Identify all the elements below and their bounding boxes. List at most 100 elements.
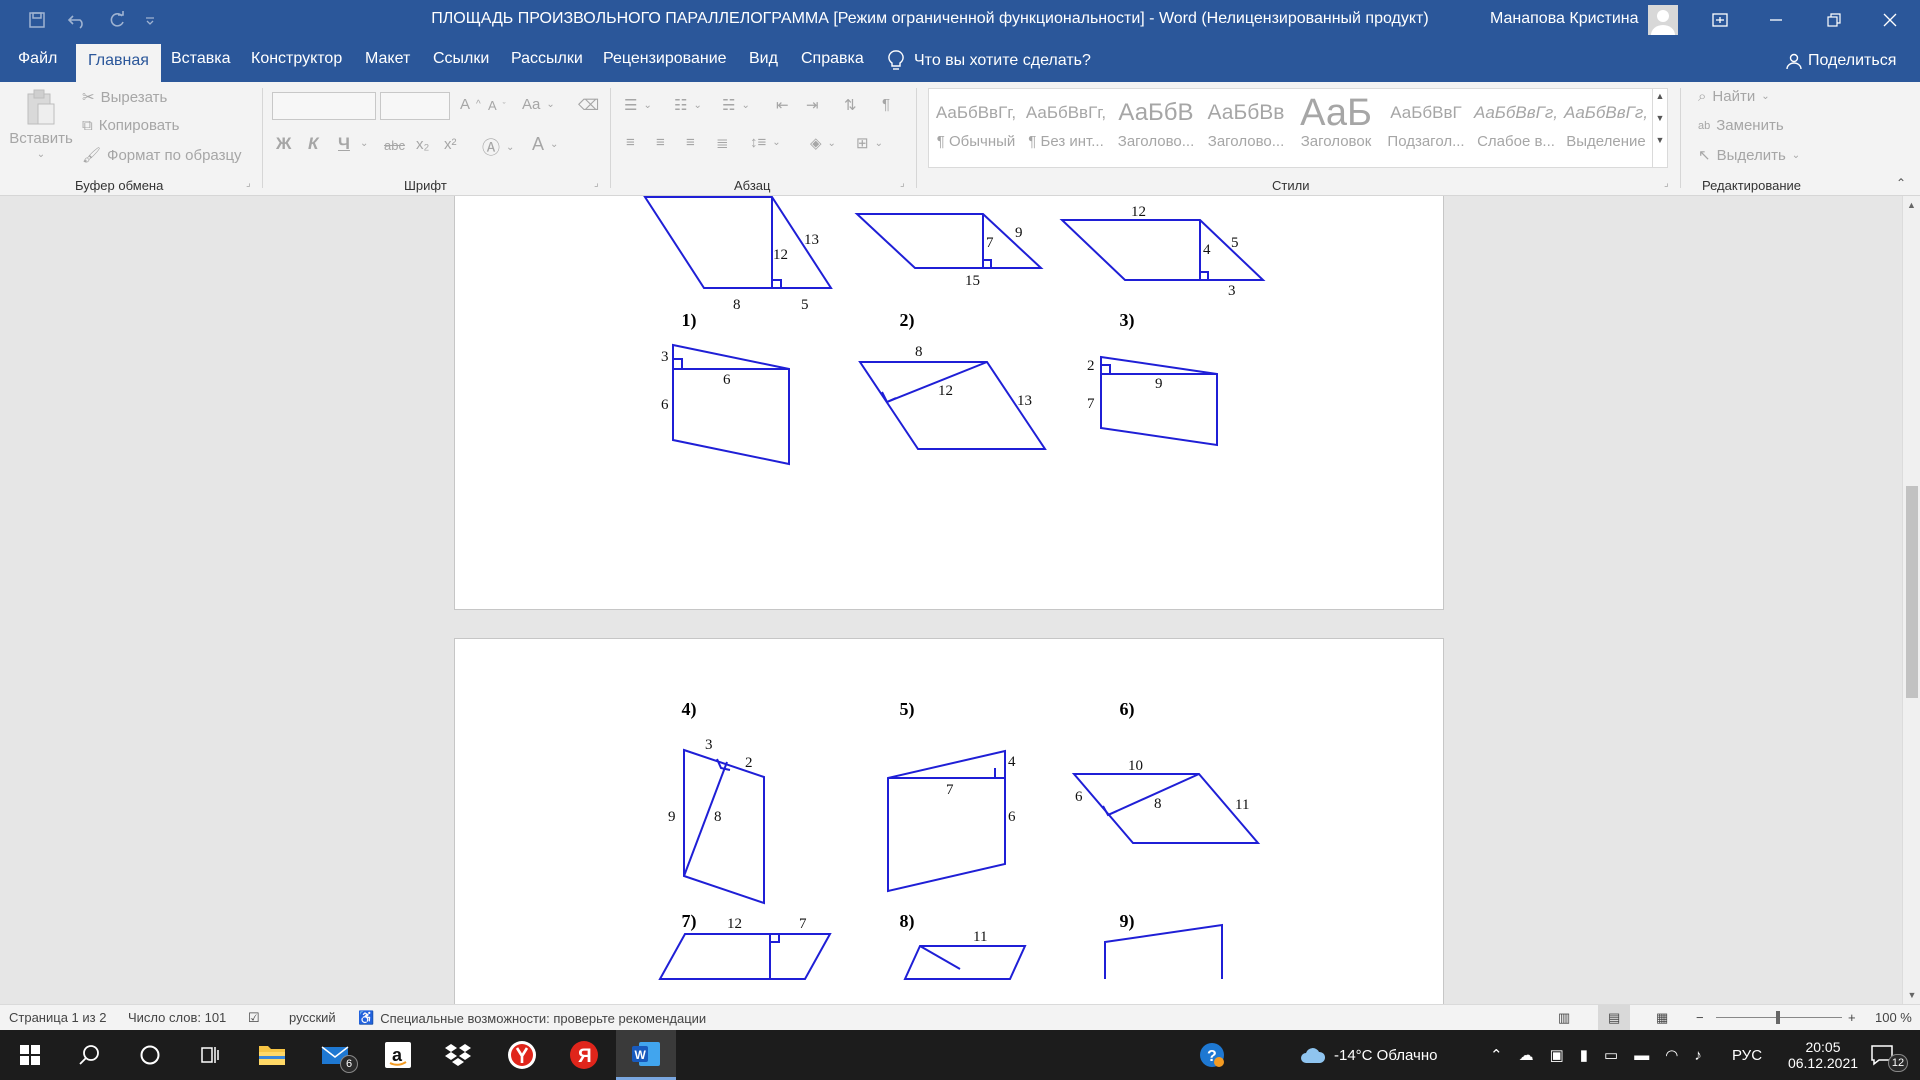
input-language[interactable]: РУС — [1732, 1030, 1762, 1080]
superscript-button[interactable]: x² — [444, 136, 457, 153]
increase-indent-button[interactable]: ⇥ — [806, 96, 819, 114]
style-subtle-emphasis[interactable]: АаБбВвГг, Слабое в... — [1473, 93, 1559, 163]
style-no-spacing[interactable]: АаБбВвГг, ¶ Без инт... — [1023, 93, 1109, 163]
web-layout-button[interactable]: ▦ — [1656, 1010, 1668, 1026]
wifi-icon[interactable]: ◠ — [1665, 1046, 1678, 1064]
onedrive-icon[interactable]: ☁ — [1519, 1046, 1534, 1064]
tab-mailings[interactable]: Рассылки — [511, 50, 583, 68]
vertical-scrollbar[interactable]: ▲ ▼ — [1902, 196, 1920, 1004]
language-status[interactable]: русский — [289, 1010, 336, 1025]
paragraph-dialog-launcher[interactable]: ⌟ — [900, 178, 905, 189]
show-marks-button[interactable]: ¶ — [882, 96, 890, 113]
select-button[interactable]: ↖ Выделить ⌄ — [1698, 146, 1800, 165]
restore-button[interactable] — [1806, 0, 1862, 40]
microphone-icon[interactable]: ▮ — [1580, 1046, 1588, 1064]
word-button[interactable]: W — [616, 1030, 676, 1080]
weather-widget[interactable]: -14°C Облачно — [1300, 1030, 1437, 1080]
tell-me-search[interactable]: Что вы хотите сделать? — [888, 50, 1091, 72]
task-view-button[interactable] — [180, 1030, 240, 1080]
page-2[interactable]: 4) 5) 6) 7) 8) 9) 3 2 9 8 4 7 6 10 6 8 1… — [454, 638, 1444, 1004]
file-explorer-button[interactable] — [242, 1030, 302, 1080]
display-icon[interactable]: ▭ — [1604, 1046, 1618, 1064]
style-subtitle[interactable]: АаБбВвГ Подзагол... — [1383, 93, 1469, 163]
read-mode-button[interactable]: ▥ — [1558, 1010, 1570, 1026]
sort-button[interactable]: ⇅ — [844, 96, 857, 114]
underline-dropdown[interactable]: ⌄ — [360, 138, 368, 149]
scroll-down-icon[interactable]: ▼ — [1903, 990, 1920, 1000]
minimize-button[interactable] — [1748, 0, 1804, 40]
underline-button[interactable]: Ч — [338, 134, 350, 154]
page-count[interactable]: Страница 1 из 2 — [9, 1010, 106, 1025]
style-heading1[interactable]: АаБбВ Заголово... — [1113, 93, 1199, 163]
style-title[interactable]: АаБ Заголовок — [1293, 93, 1379, 163]
format-painter-button[interactable]: 🖌 Формат по образцу — [82, 146, 242, 165]
search-button[interactable] — [60, 1030, 120, 1080]
tab-review[interactable]: Рецензирование — [603, 50, 727, 68]
avatar[interactable] — [1648, 5, 1678, 35]
amazon-button[interactable]: a — [368, 1030, 428, 1080]
font-size-select[interactable] — [380, 92, 450, 120]
clipboard-dialog-launcher[interactable]: ⌟ — [246, 178, 251, 189]
italic-button[interactable]: К — [308, 134, 318, 154]
tab-layout[interactable]: Макет — [365, 50, 410, 68]
shrink-font-button[interactable]: Aˇ — [488, 98, 506, 113]
cortana-button[interactable] — [120, 1030, 180, 1080]
proofing-icon[interactable]: ☑ — [248, 1010, 260, 1026]
clear-formatting-button[interactable]: ⌫ — [578, 96, 599, 114]
text-effects-button[interactable]: Ⓐ ⌄ — [482, 134, 514, 160]
font-name-select[interactable] — [272, 92, 376, 120]
font-dialog-launcher[interactable]: ⌟ — [594, 178, 599, 189]
clock[interactable]: 20:05 06.12.2021 — [1778, 1030, 1868, 1080]
tab-references[interactable]: Ссылки — [433, 50, 489, 68]
style-emphasis[interactable]: АаБбВвГг, Выделение — [1563, 93, 1649, 163]
style-normal[interactable]: АаБбВвГг, ¶ Обычный — [933, 93, 1019, 163]
multilevel-list-button[interactable]: ☵ ⌄ — [722, 96, 750, 114]
print-layout-button[interactable]: ▤ — [1598, 1005, 1631, 1030]
borders-button[interactable]: ⊞ ⌄ — [856, 134, 883, 152]
mail-button[interactable]: 6 — [306, 1030, 366, 1080]
user-name[interactable]: Манапова Кристина — [1490, 10, 1639, 28]
decrease-indent-button[interactable]: ⇤ — [776, 96, 789, 114]
notifications-button[interactable]: 12 — [1870, 1030, 1908, 1080]
replace-button[interactable]: ab Заменить — [1698, 117, 1784, 134]
ribbon-display-options-button[interactable] — [1692, 0, 1748, 40]
tab-file[interactable]: Файл — [18, 50, 57, 68]
start-button[interactable] — [0, 1030, 60, 1080]
share-button[interactable]: Поделиться — [1786, 52, 1896, 70]
page-1[interactable]: 12 13 8 5 7 9 15 12 4 5 3 3 6 6 8 12 13 … — [454, 196, 1444, 610]
justify-button[interactable]: ≣ — [716, 134, 729, 152]
tab-insert[interactable]: Вставка — [171, 50, 230, 68]
collapse-ribbon-button[interactable]: ⌃ — [1896, 176, 1906, 190]
zoom-in-button[interactable]: + — [1848, 1010, 1856, 1025]
align-left-button[interactable]: ≡ — [626, 134, 635, 151]
accessibility-status[interactable]: ♿ Специальные возможности: проверьте рек… — [358, 1010, 706, 1026]
bold-button[interactable]: Ж — [276, 134, 291, 154]
cut-button[interactable]: ✂ Вырезать — [82, 88, 167, 107]
grow-font-button[interactable]: A ^ — [460, 96, 481, 113]
bullets-button[interactable]: ☰ ⌄ — [624, 96, 652, 114]
scroll-up-icon[interactable]: ▲ — [1903, 200, 1920, 210]
battery-icon[interactable]: ▬ — [1634, 1047, 1649, 1064]
shading-button[interactable]: ◈ ⌄ — [810, 134, 836, 152]
tab-design[interactable]: Конструктор — [251, 50, 342, 68]
paste-button[interactable]: Вставить ⌄ — [9, 88, 73, 160]
copy-button[interactable]: ⧉ Копировать — [82, 117, 179, 134]
tab-help[interactable]: Справка — [801, 50, 864, 68]
yandex-button[interactable]: Я — [554, 1030, 614, 1080]
zoom-level[interactable]: 100 % — [1875, 1010, 1912, 1025]
scrollbar-thumb[interactable] — [1906, 486, 1918, 698]
close-button[interactable] — [1862, 0, 1918, 40]
style-heading2[interactable]: АаБбВв Заголово... — [1203, 93, 1289, 163]
redo-button[interactable] — [100, 6, 134, 34]
styles-gallery-scroll[interactable]: ▲ ▼ ▼ — [1652, 88, 1668, 168]
undo-button[interactable] — [60, 6, 94, 34]
document-area[interactable]: 12 13 8 5 7 9 15 12 4 5 3 3 6 6 8 12 13 … — [0, 196, 1902, 1004]
align-right-button[interactable]: ≡ — [686, 134, 695, 151]
devices-icon[interactable]: ▣ — [1550, 1046, 1564, 1064]
zoom-slider-thumb[interactable] — [1776, 1011, 1780, 1024]
find-button[interactable]: ⌕ Найти ⌄ — [1698, 88, 1770, 105]
help-tray-icon[interactable]: ? — [1198, 1030, 1226, 1080]
chevron-up-icon[interactable]: ⌃ — [1490, 1046, 1503, 1064]
tab-view[interactable]: Вид — [749, 50, 778, 68]
tab-home[interactable]: Главная — [76, 44, 161, 82]
